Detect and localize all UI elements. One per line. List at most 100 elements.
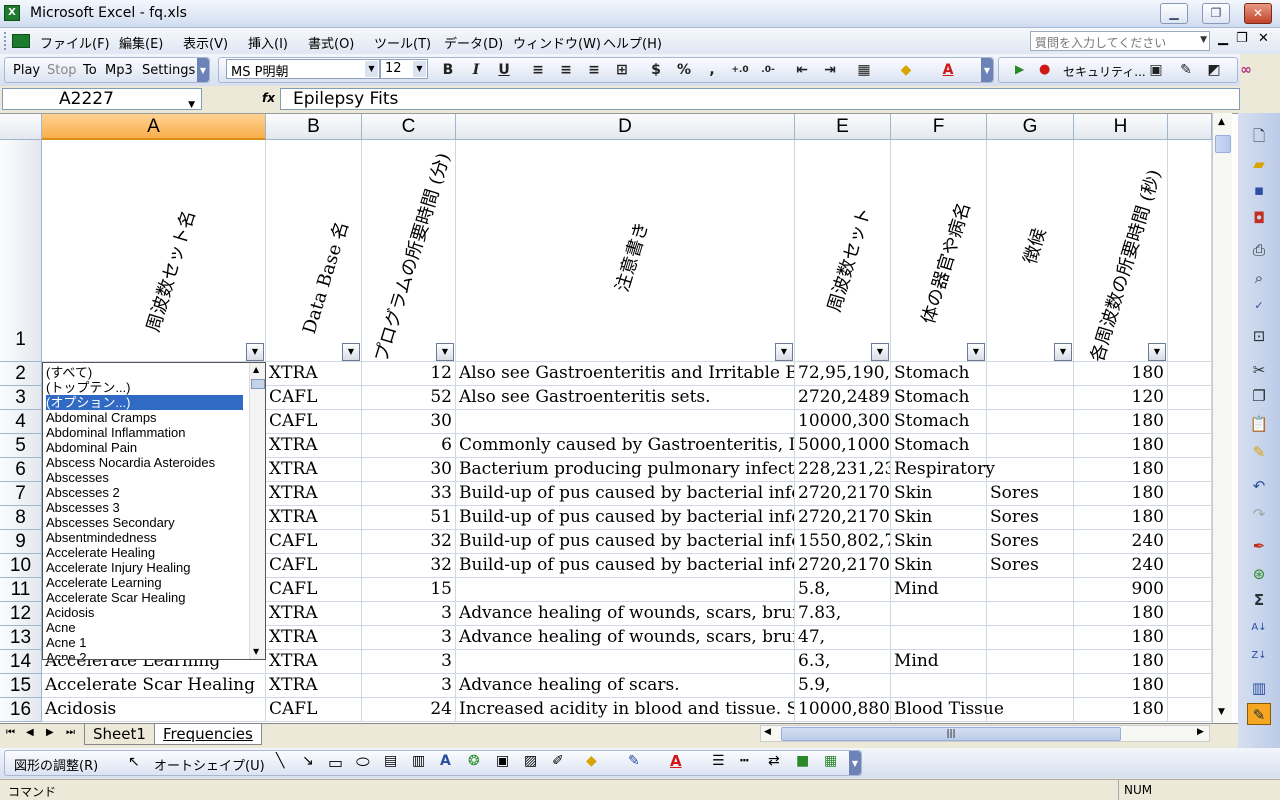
cell-g[interactable]: [987, 626, 1074, 650]
sort-descending-icon[interactable]: Z↓: [1247, 645, 1271, 667]
open-folder-icon[interactable]: ▰: [1247, 153, 1271, 175]
cell-f[interactable]: Skin: [891, 482, 987, 506]
cell-c[interactable]: 3: [362, 674, 456, 698]
italic-icon[interactable]: I: [466, 60, 486, 80]
header-cell-c[interactable]: プログラムの所要時間 (分) ▼: [362, 140, 456, 362]
toolbar-options-icon[interactable]: ▼: [197, 58, 209, 82]
cell-f[interactable]: Skin: [891, 506, 987, 530]
chevron-down-icon[interactable]: ▼: [188, 95, 195, 115]
cell-f[interactable]: Mind: [891, 578, 987, 602]
align-right-icon[interactable]: ≡: [584, 60, 604, 80]
column-header-g[interactable]: G: [987, 114, 1074, 140]
column-header-d[interactable]: D: [456, 114, 795, 140]
cell-g[interactable]: Sores: [987, 530, 1074, 554]
header-cell-i[interactable]: [1168, 140, 1212, 362]
cell-e[interactable]: 10000,880,: [795, 698, 891, 722]
autosum-icon[interactable]: Σ: [1247, 589, 1271, 611]
row-header[interactable]: 7: [0, 482, 42, 506]
header-cell-f[interactable]: 体の器官や病名 ▼: [891, 140, 987, 362]
cell-c[interactable]: 3: [362, 626, 456, 650]
cell-c[interactable]: 30: [362, 410, 456, 434]
row-header[interactable]: 4: [0, 410, 42, 434]
row-header-1[interactable]: 1: [0, 140, 42, 362]
filter-option[interactable]: Abdominal Pain: [46, 440, 246, 455]
cell-d[interactable]: Advance healing of wounds, scars, bruise: [456, 626, 795, 650]
cell-e[interactable]: 10000,3000: [795, 410, 891, 434]
cell-g[interactable]: Sores: [987, 506, 1074, 530]
cell-f[interactable]: [891, 602, 987, 626]
underline-icon[interactable]: U: [494, 60, 514, 80]
select-objects-icon[interactable]: ↖: [128, 754, 140, 770]
column-header-c[interactable]: C: [362, 114, 456, 140]
filter-option[interactable]: Acne: [46, 620, 246, 635]
cell-d[interactable]: Build-up of pus caused by bacterial infe…: [456, 506, 795, 530]
record-icon[interactable]: ●: [1039, 62, 1050, 77]
tab-sheet1[interactable]: Sheet1: [84, 724, 155, 745]
cell-e[interactable]: 2720,2489,: [795, 386, 891, 410]
cell-g[interactable]: [987, 578, 1074, 602]
row-header[interactable]: 15: [0, 674, 42, 698]
filter-dropdown-g-icon[interactable]: ▼: [1054, 343, 1072, 361]
header-cell-b[interactable]: Data Base 名 ▼: [266, 140, 362, 362]
cell-g[interactable]: [987, 458, 1074, 482]
cell-b[interactable]: XTRA: [266, 482, 362, 506]
workbook-icon[interactable]: [12, 34, 30, 48]
row-header[interactable]: 11: [0, 578, 42, 602]
cell-b[interactable]: CAFL: [266, 578, 362, 602]
arrow-style-icon[interactable]: ⇄: [768, 753, 780, 769]
cell-f[interactable]: Skin: [891, 554, 987, 578]
row-header[interactable]: 13: [0, 626, 42, 650]
cell-f[interactable]: Stomach: [891, 434, 987, 458]
cell-g[interactable]: Sores: [987, 554, 1074, 578]
autofilter-dropdown-list[interactable]: (すべて) (トップテン...) (オプション...) Abdominal Cramp…: [42, 362, 266, 660]
toolbar-options-icon[interactable]: ▼: [849, 751, 861, 775]
cell-d[interactable]: Build-up of pus caused by bacterial infe…: [456, 482, 795, 506]
filter-option[interactable]: (オプション...): [46, 395, 243, 410]
filter-option[interactable]: Abdominal Cramps: [46, 410, 246, 425]
row-header[interactable]: 6: [0, 458, 42, 482]
diagram-icon[interactable]: ❂: [468, 753, 480, 769]
cell-e[interactable]: 5.9,: [795, 674, 891, 698]
chart-wizard-icon[interactable]: ▣: [1146, 60, 1166, 80]
play-button[interactable]: Play: [13, 63, 40, 78]
align-center-icon[interactable]: ≡: [556, 60, 576, 80]
filter-option[interactable]: Abdominal Inflammation: [46, 425, 246, 440]
undo-icon[interactable]: ↶: [1247, 475, 1271, 497]
scroll-up-icon[interactable]: ▲: [253, 365, 259, 374]
minimize-button[interactable]: ▁: [1160, 3, 1188, 24]
cell-g[interactable]: [987, 362, 1074, 386]
print-preview-icon[interactable]: ⌕: [1247, 267, 1271, 289]
chevron-down-icon[interactable]: ▼: [413, 61, 426, 77]
scroll-right-icon[interactable]: ▶: [1197, 727, 1204, 737]
menu-edit[interactable]: 編集(E): [119, 33, 163, 52]
cell-h[interactable]: 180: [1074, 482, 1168, 506]
hyperlink-icon[interactable]: ⊛: [1247, 563, 1271, 585]
cell-c[interactable]: 3: [362, 602, 456, 626]
row-header[interactable]: 2: [0, 362, 42, 386]
chevron-down-icon[interactable]: ▼: [1200, 35, 1207, 45]
dash-style-icon[interactable]: ┅: [740, 753, 748, 769]
cell-h[interactable]: 240: [1074, 530, 1168, 554]
row-header[interactable]: 8: [0, 506, 42, 530]
save-icon[interactable]: ▪: [1247, 179, 1271, 201]
cell-f[interactable]: Skin: [891, 530, 987, 554]
cell-c[interactable]: 3: [362, 650, 456, 674]
cell-c[interactable]: 52: [362, 386, 456, 410]
cell-h[interactable]: 180: [1074, 362, 1168, 386]
cell-g[interactable]: [987, 602, 1074, 626]
cell-g[interactable]: Sores: [987, 482, 1074, 506]
select-all-corner[interactable]: [0, 114, 42, 140]
cell-f[interactable]: Stomach: [891, 362, 987, 386]
font-size-select[interactable]: 12 ▼: [380, 59, 428, 79]
excel-app-icon[interactable]: X: [4, 5, 20, 21]
increase-indent-icon[interactable]: ⇥: [820, 60, 840, 80]
row-header[interactable]: 3: [0, 386, 42, 410]
row-header[interactable]: 5: [0, 434, 42, 458]
cell-h[interactable]: 120: [1074, 386, 1168, 410]
cell-i[interactable]: [1168, 530, 1212, 554]
toolbar-options-icon[interactable]: ▼: [981, 58, 993, 82]
filter-option[interactable]: Acidosis: [46, 605, 246, 620]
cell-g[interactable]: [987, 410, 1074, 434]
text-box-icon[interactable]: ▤: [384, 753, 397, 769]
chevron-down-icon[interactable]: ▼: [365, 61, 378, 77]
